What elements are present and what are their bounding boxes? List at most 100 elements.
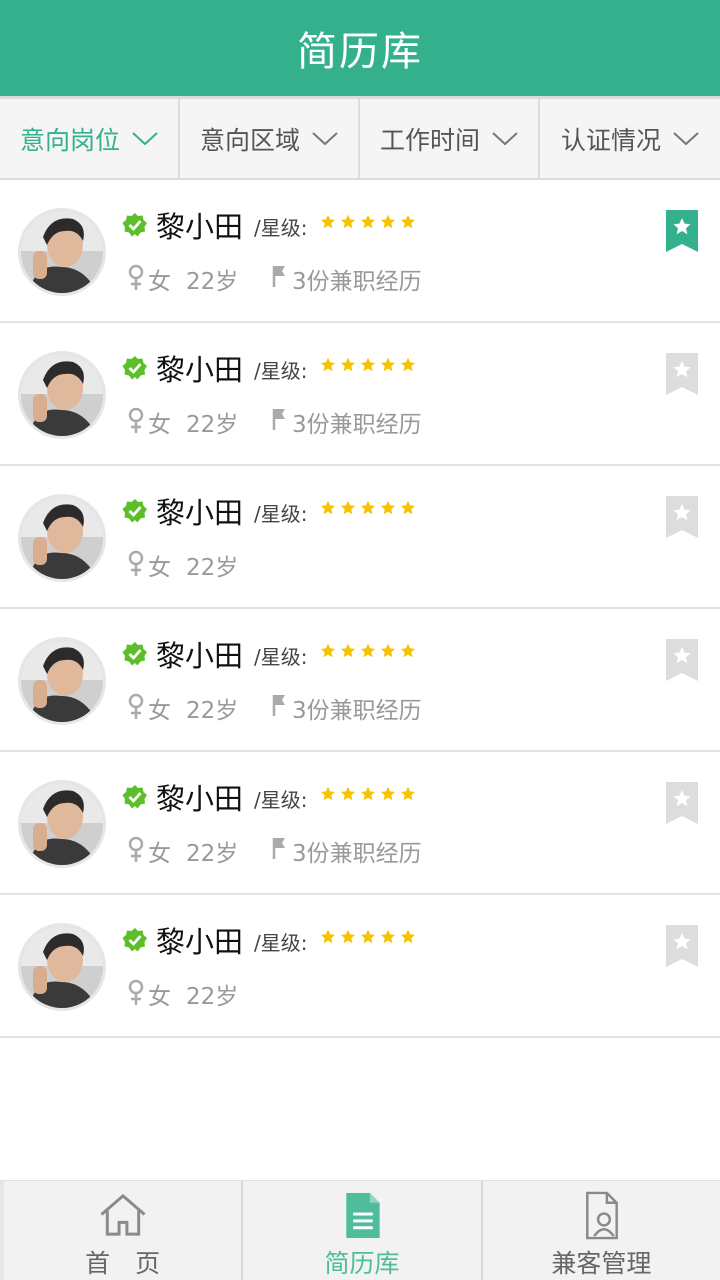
filter-label: 认证情况 bbox=[560, 125, 661, 155]
bookmark-icon[interactable] bbox=[666, 925, 698, 967]
star-rating-label: /星级: bbox=[254, 788, 308, 812]
avatar-photo bbox=[21, 354, 103, 436]
chevron-down-icon bbox=[132, 131, 158, 145]
page-title: 简历库 bbox=[297, 29, 423, 75]
verified-badge-icon bbox=[122, 213, 147, 237]
avatar[interactable] bbox=[18, 351, 106, 439]
filter-label: 工作时间 bbox=[379, 125, 480, 155]
tab-label: 简历库 bbox=[324, 1249, 400, 1278]
candidate-name: 黎小田 bbox=[156, 925, 244, 959]
star-icon bbox=[320, 643, 336, 658]
female-icon bbox=[128, 550, 144, 576]
female-icon bbox=[128, 407, 144, 433]
candidate-name: 黎小田 bbox=[156, 496, 244, 530]
avatar[interactable] bbox=[18, 780, 106, 868]
resume-list-item[interactable]: 黎小田 /星级: 女 22岁 3份兼职经历 bbox=[0, 180, 720, 323]
star-icon bbox=[360, 786, 376, 801]
filter-intended-area[interactable]: 意向区域 bbox=[180, 99, 360, 178]
star-icon bbox=[340, 214, 356, 229]
resume-list: 黎小田 /星级: 女 22岁 3份兼职经历 黎小田 /星级: 女 22岁 3份兼… bbox=[0, 180, 720, 1038]
star-icon bbox=[360, 500, 376, 515]
star-icon bbox=[380, 357, 396, 372]
bookmark-filled-icon[interactable] bbox=[666, 210, 698, 252]
star-rating-label: /星级: bbox=[254, 359, 308, 383]
resume-list-item[interactable]: 黎小田 /星级: 女 22岁 bbox=[0, 895, 720, 1038]
tab-home[interactable]: 首 页 bbox=[0, 1181, 241, 1280]
tab-label: 首 页 bbox=[85, 1249, 161, 1278]
star-icon bbox=[400, 500, 416, 515]
flag-icon bbox=[272, 695, 285, 716]
experience-text: 3份兼职经历 bbox=[292, 841, 422, 867]
star-icon bbox=[380, 929, 396, 944]
avatar[interactable] bbox=[18, 208, 106, 296]
star-icon bbox=[320, 500, 336, 515]
star-rating bbox=[320, 500, 416, 516]
chevron-down-icon bbox=[673, 131, 699, 145]
star-icon bbox=[360, 214, 376, 229]
bookmark-icon[interactable] bbox=[666, 496, 698, 538]
bookmark-icon[interactable] bbox=[666, 353, 698, 395]
bookmark-icon[interactable] bbox=[666, 782, 698, 824]
star-icon bbox=[400, 786, 416, 801]
document-icon bbox=[346, 1192, 380, 1239]
star-icon bbox=[340, 643, 356, 658]
avatar[interactable] bbox=[18, 923, 106, 1011]
star-icon bbox=[400, 357, 416, 372]
resume-list-item[interactable]: 黎小田 /星级: 女 22岁 3份兼职经历 bbox=[0, 752, 720, 895]
app-header: 简历库 bbox=[0, 0, 720, 96]
gender-text: 女 bbox=[148, 412, 171, 438]
filter-intended-position[interactable]: 意向岗位 bbox=[0, 99, 180, 178]
flag-icon bbox=[272, 409, 285, 430]
bookmark-icon[interactable] bbox=[666, 639, 698, 681]
filter-verification[interactable]: 认证情况 bbox=[540, 99, 720, 178]
age-text: 22岁 bbox=[186, 412, 239, 438]
avatar-photo bbox=[21, 783, 103, 865]
candidate-name: 黎小田 bbox=[156, 639, 244, 673]
flag-icon bbox=[272, 838, 285, 859]
chevron-down-icon bbox=[492, 131, 518, 145]
star-rating bbox=[320, 357, 416, 373]
star-icon bbox=[360, 643, 376, 658]
tab-part-timer-management[interactable]: 兼客管理 bbox=[480, 1181, 720, 1280]
star-rating bbox=[320, 929, 416, 945]
verified-badge-icon bbox=[122, 785, 147, 809]
age-text: 22岁 bbox=[186, 269, 239, 295]
home-icon bbox=[100, 1193, 146, 1236]
star-icon bbox=[340, 500, 356, 515]
experience-text: 3份兼职经历 bbox=[292, 412, 422, 438]
star-icon bbox=[320, 214, 336, 229]
star-icon bbox=[380, 643, 396, 658]
age-text: 22岁 bbox=[186, 698, 239, 724]
avatar[interactable] bbox=[18, 637, 106, 725]
star-icon bbox=[380, 500, 396, 515]
star-icon bbox=[360, 357, 376, 372]
star-icon bbox=[400, 214, 416, 229]
experience-text: 3份兼职经历 bbox=[292, 698, 422, 724]
resume-list-item[interactable]: 黎小田 /星级: 女 22岁 3份兼职经历 bbox=[0, 323, 720, 466]
gender-text: 女 bbox=[148, 698, 171, 724]
verified-badge-icon bbox=[122, 642, 147, 666]
resume-list-item[interactable]: 黎小田 /星级: 女 22岁 3份兼职经历 bbox=[0, 609, 720, 752]
verified-badge-icon bbox=[122, 499, 147, 523]
tab-resume-library[interactable]: 简历库 bbox=[241, 1181, 480, 1280]
avatar[interactable] bbox=[18, 494, 106, 582]
gender-text: 女 bbox=[148, 555, 171, 581]
verified-badge-icon bbox=[122, 356, 147, 380]
gender-text: 女 bbox=[148, 984, 171, 1010]
gender-text: 女 bbox=[148, 841, 171, 867]
star-icon bbox=[340, 357, 356, 372]
resume-list-item[interactable]: 黎小田 /星级: 女 22岁 bbox=[0, 466, 720, 609]
star-rating bbox=[320, 786, 416, 802]
star-icon bbox=[360, 929, 376, 944]
star-rating-label: /星级: bbox=[254, 931, 308, 955]
star-icon bbox=[400, 929, 416, 944]
filter-work-time[interactable]: 工作时间 bbox=[360, 99, 540, 178]
avatar-photo bbox=[21, 211, 103, 293]
avatar-photo bbox=[21, 497, 103, 579]
star-rating-label: /星级: bbox=[254, 502, 308, 526]
filter-bar: 意向岗位 意向区域 工作时间 认证情况 bbox=[0, 96, 720, 180]
avatar-photo bbox=[21, 926, 103, 1008]
age-text: 22岁 bbox=[186, 841, 239, 867]
female-icon bbox=[128, 693, 144, 719]
star-icon bbox=[320, 357, 336, 372]
